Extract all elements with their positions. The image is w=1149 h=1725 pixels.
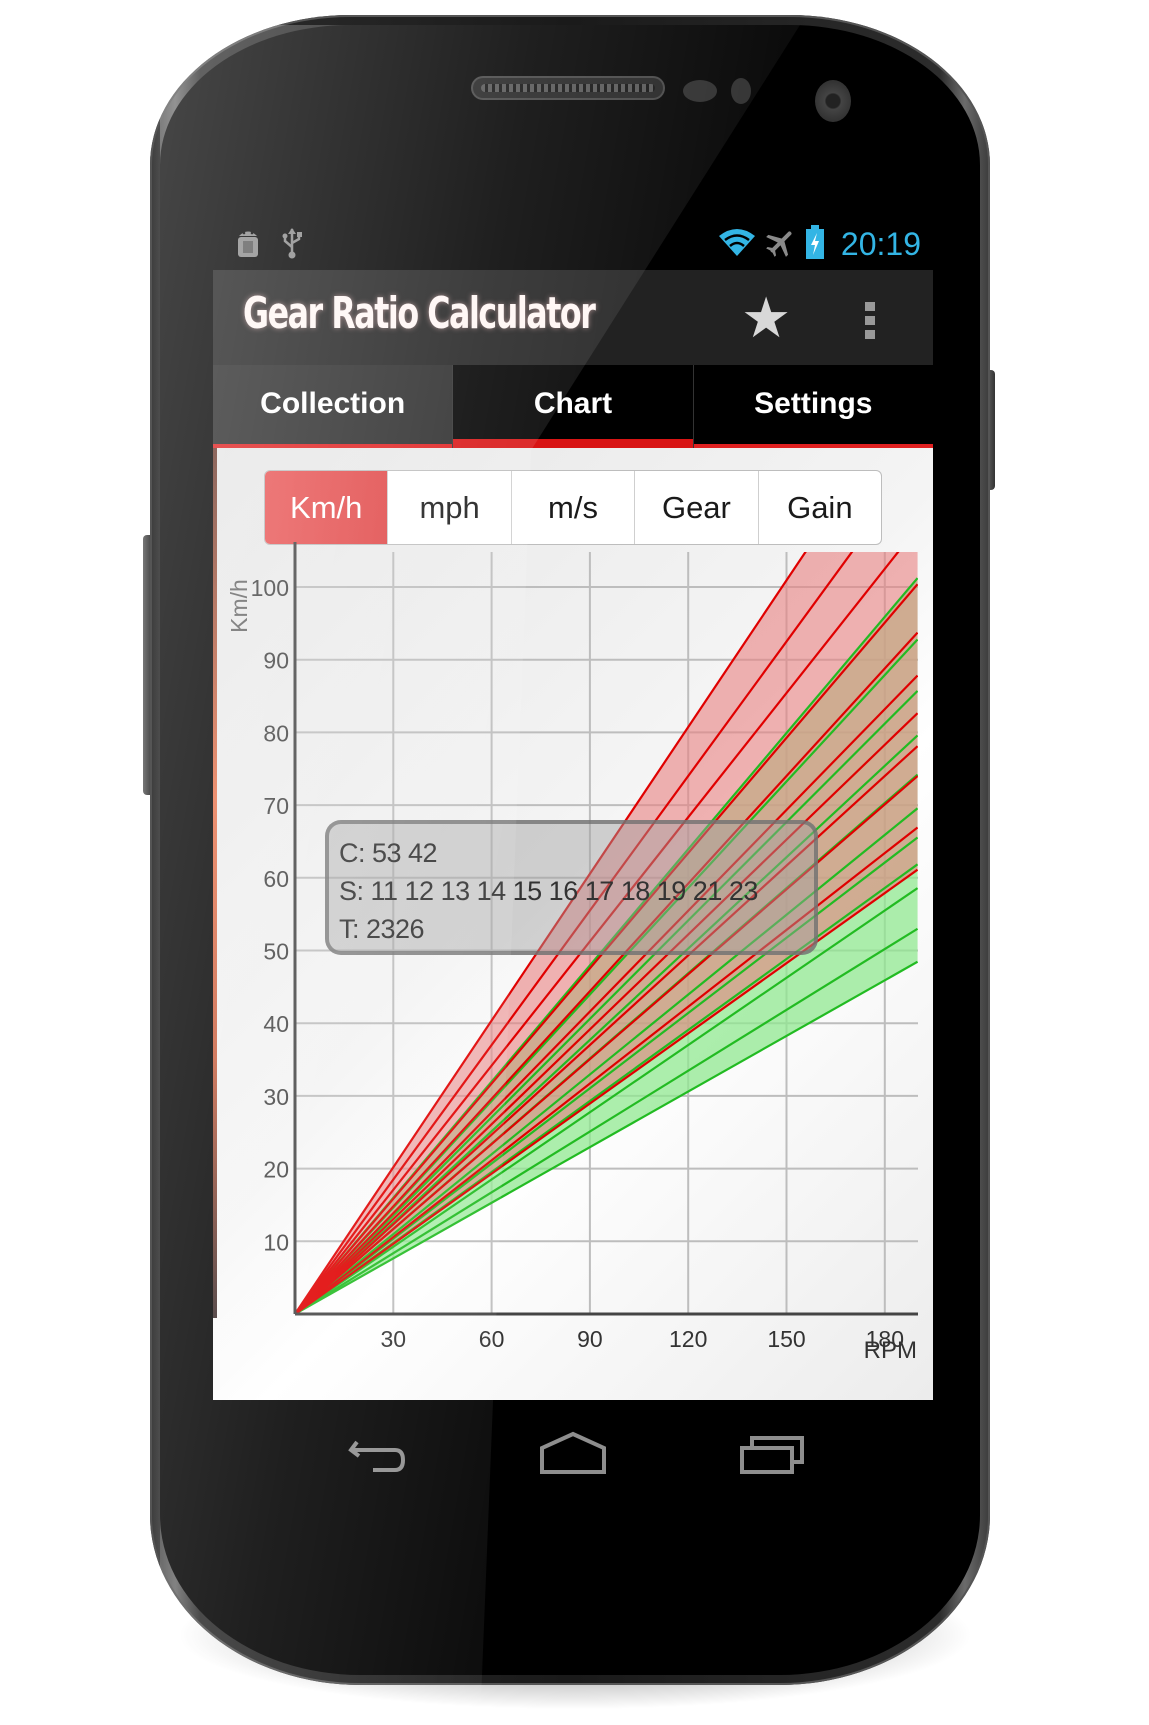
front-camera xyxy=(815,80,851,122)
tab-label: Chart xyxy=(533,386,613,420)
legend-chainrings: C: 53 42 xyxy=(339,838,438,868)
tab-label: Collection xyxy=(260,386,406,420)
tab-settings[interactable]: Settings xyxy=(692,365,933,448)
y-tick-label: 90 xyxy=(263,648,289,674)
app-title: Gear Ratio Calculator xyxy=(243,288,596,339)
android-debug-icon xyxy=(235,227,261,266)
y-tick-label: 40 xyxy=(263,1011,289,1037)
y-tick-label: 10 xyxy=(263,1229,289,1255)
x-tick-label: 60 xyxy=(479,1326,505,1352)
legend-tire: T: 2326 xyxy=(339,914,425,944)
legend-sprockets: S: 11 12 13 14 15 16 17 18 19 21 23 xyxy=(339,876,758,906)
y-tick-label: 50 xyxy=(263,939,289,965)
y-tick-label: 30 xyxy=(263,1084,289,1110)
gear-legend: C: 53 42 S: 11 12 13 14 15 16 17 18 19 2… xyxy=(325,820,818,955)
light-sensor xyxy=(731,78,751,104)
x-axis-label: RPM xyxy=(864,1337,917,1364)
favorite-button[interactable]: ★ xyxy=(741,290,791,346)
home-button[interactable] xyxy=(538,1430,608,1480)
status-time: 20:19 xyxy=(840,226,921,262)
back-button[interactable] xyxy=(343,1430,413,1480)
tab-label: Settings xyxy=(754,386,873,420)
battery-charging-icon xyxy=(805,225,825,264)
usb-icon xyxy=(281,227,303,266)
status-bar: 20:19 xyxy=(213,215,933,270)
overflow-menu-icon xyxy=(865,302,875,311)
chart-page: Km/h mph m/s Gear Gain 30 60 90 120 150 180 10… xyxy=(213,448,933,1400)
tab-bar: Collection Chart Settings xyxy=(213,365,933,448)
navigation-bar xyxy=(213,1400,933,1510)
y-tick-label: 100 xyxy=(251,575,289,601)
y-tick-label: 80 xyxy=(263,720,289,746)
x-tick-label: 90 xyxy=(577,1326,603,1352)
y-axis-label: Km/h xyxy=(226,579,252,633)
recents-button[interactable] xyxy=(738,1430,808,1480)
y-tick-label: 20 xyxy=(263,1157,289,1183)
overflow-menu-button[interactable] xyxy=(865,302,877,339)
y-tick-label: 70 xyxy=(263,793,289,819)
y-tick-label: 60 xyxy=(263,866,289,892)
tab-collection[interactable]: Collection xyxy=(213,365,453,448)
action-bar: Gear Ratio Calculator ★ xyxy=(213,270,933,365)
device-screen: 20:19 Gear Ratio Calculator ★ Collection… xyxy=(213,215,933,1400)
tab-chart[interactable]: Chart xyxy=(452,365,693,448)
back-icon xyxy=(348,1440,406,1472)
wifi-icon xyxy=(717,226,757,263)
x-tick-label: 150 xyxy=(767,1326,805,1352)
recents-icon xyxy=(740,1436,804,1474)
earpiece-speaker xyxy=(473,78,663,98)
home-icon xyxy=(540,1431,606,1474)
airplane-icon xyxy=(765,226,797,263)
star-icon: ★ xyxy=(741,286,792,349)
x-tick-label: 120 xyxy=(669,1326,707,1352)
proximity-sensor xyxy=(683,80,717,102)
x-tick-label: 30 xyxy=(381,1326,407,1352)
